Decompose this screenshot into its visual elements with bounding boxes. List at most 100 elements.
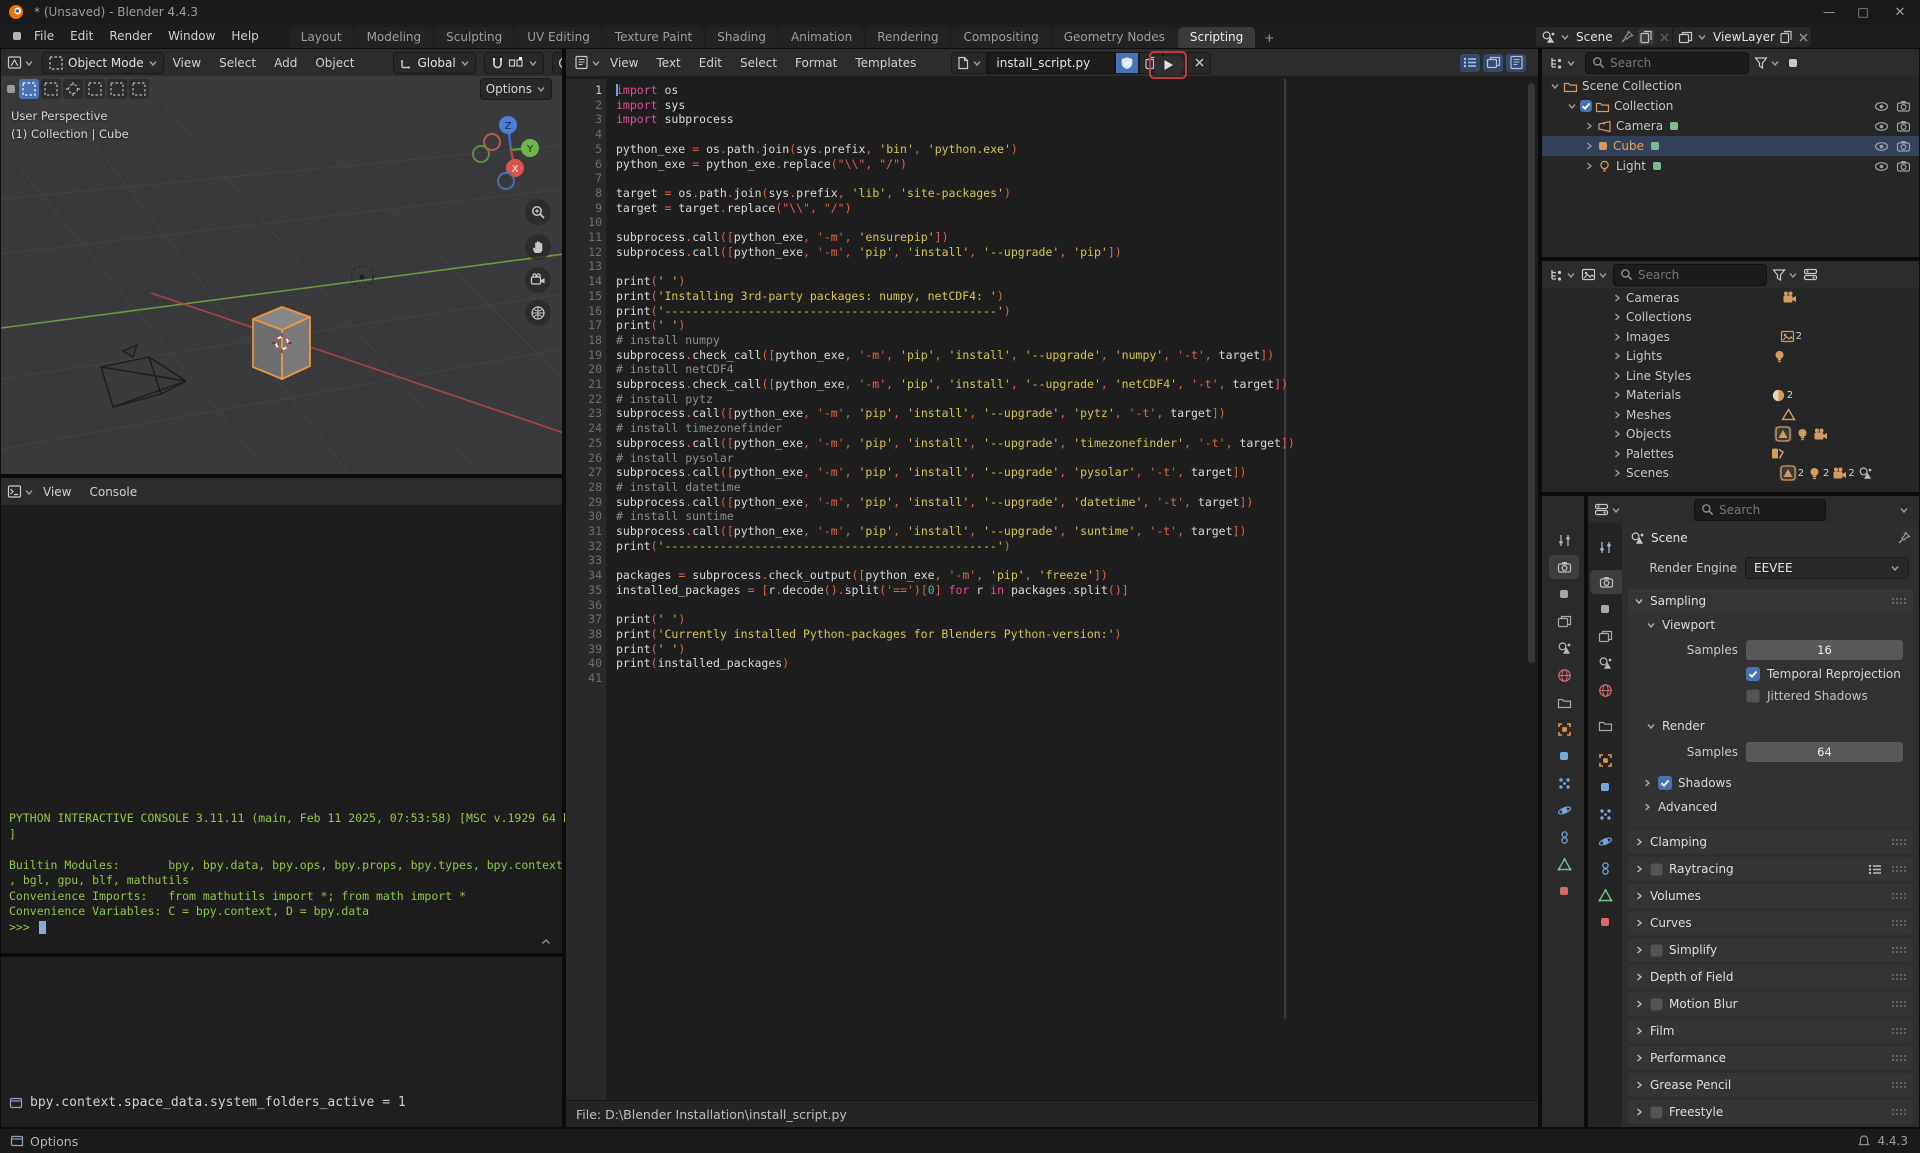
mode-selector[interactable]: Object Mode — [42, 52, 164, 74]
advanced-row[interactable]: Advanced — [1628, 795, 1913, 819]
properties-editor-icon[interactable] — [1594, 502, 1609, 517]
props-tab-particles[interactable] — [1549, 771, 1579, 795]
outliner-row[interactable]: Camera — [1542, 116, 1919, 136]
viewport-nav-camera-view[interactable] — [525, 267, 551, 293]
grip-icon[interactable] — [1891, 999, 1907, 1009]
render-samples-value[interactable]: 64 — [1746, 742, 1903, 762]
minimize-button[interactable]: — — [1812, 5, 1846, 19]
props-tab-collection[interactable] — [1549, 690, 1579, 714]
viewport-tool-3[interactable] — [85, 79, 105, 99]
properties-search[interactable]: Search — [1694, 499, 1826, 521]
toggle-syntax-highlight[interactable] — [1506, 54, 1526, 72]
panel-checkbox[interactable] — [1650, 863, 1663, 876]
render-engine-select[interactable]: EEVEE — [1745, 557, 1909, 579]
props-tab-render[interactable] — [1549, 555, 1579, 579]
chevron-down-icon[interactable] — [1560, 32, 1570, 42]
grip-icon[interactable] — [1891, 945, 1907, 955]
props-tab-object-data[interactable] — [1549, 852, 1579, 876]
viewport-tool-2[interactable] — [63, 79, 83, 99]
info-log-row[interactable]: bpy.context.space_data.system_folders_ac… — [9, 1095, 406, 1110]
chevron-right-icon[interactable] — [1584, 121, 1594, 131]
chevron-down-icon[interactable] — [1899, 505, 1909, 515]
blendfile-display-mode-button[interactable] — [1581, 267, 1608, 282]
panel-grease-pencil[interactable]: Grease Pencil — [1628, 1073, 1913, 1097]
viewport-nav-hand[interactable] — [525, 234, 551, 260]
grip-icon[interactable] — [1891, 1053, 1907, 1063]
chevron-right-icon[interactable] — [1612, 312, 1622, 322]
toggle-line-numbers[interactable] — [1460, 54, 1480, 72]
run-script-button[interactable] — [1154, 56, 1182, 74]
tab-rendering[interactable]: Rendering — [865, 27, 950, 48]
viewport-menu-view[interactable]: View — [164, 50, 210, 76]
scene-selector[interactable]: Scene — [1535, 26, 1677, 48]
props-tab-view-layer[interactable] — [1549, 609, 1579, 633]
panel-raytracing[interactable]: Raytracing — [1628, 857, 1913, 881]
tab-texture-paint[interactable]: Texture Paint — [603, 27, 704, 48]
outliner-editor-type-button[interactable] — [1549, 55, 1576, 70]
panel-clamping[interactable]: Clamping — [1628, 830, 1913, 854]
chevron-down-icon[interactable] — [1770, 58, 1780, 68]
panel-curves[interactable]: Curves — [1628, 911, 1913, 935]
viewport-tool-0[interactable] — [19, 79, 39, 99]
outliner-row[interactable]: Collection — [1542, 96, 1919, 116]
properties-tab-output[interactable] — [1590, 597, 1620, 621]
panel-freestyle[interactable]: Freestyle — [1628, 1100, 1913, 1124]
viewport-menu-object[interactable]: Object — [306, 50, 363, 76]
blendfile-row[interactable]: Images2 — [1542, 327, 1919, 347]
close-button[interactable]: ✕ — [1880, 5, 1920, 20]
chevron-down-icon[interactable] — [1566, 270, 1576, 280]
blendfile-row[interactable]: Palettes — [1542, 444, 1919, 464]
jittered-shadows-checkbox[interactable] — [1746, 689, 1760, 703]
text-editor-icon[interactable] — [574, 55, 589, 70]
temporal-reprojection-checkbox[interactable] — [1746, 667, 1760, 681]
props-tab-modifiers[interactable] — [1549, 744, 1579, 768]
outliner-mode-icon[interactable] — [1549, 55, 1564, 70]
topbar-menu-render[interactable]: Render — [101, 24, 160, 48]
panel-volumes[interactable]: Volumes — [1628, 884, 1913, 908]
chevron-down-icon[interactable] — [972, 58, 982, 68]
outliner-row[interactable]: Light — [1542, 156, 1919, 176]
render-camera-icon[interactable] — [1896, 159, 1911, 174]
temporal-reprojection-row[interactable]: Temporal Reprojection — [1628, 663, 1913, 685]
text-menu-text[interactable]: Text — [647, 50, 689, 76]
text-menu-view[interactable]: View — [601, 50, 647, 76]
text-menu-edit[interactable]: Edit — [690, 50, 731, 76]
grip-icon[interactable] — [1891, 1107, 1907, 1117]
chevron-up-icon[interactable] — [540, 936, 552, 948]
collection-checkbox[interactable] — [1580, 100, 1592, 112]
viewport-tool-5[interactable] — [129, 79, 149, 99]
console-menu-view[interactable]: View — [34, 479, 80, 505]
console-editor-icon[interactable] — [7, 484, 22, 499]
chevron-right-icon[interactable] — [1612, 390, 1622, 400]
tab-geometry-nodes[interactable]: Geometry Nodes — [1052, 27, 1177, 48]
topbar-menu-help[interactable]: Help — [223, 24, 266, 48]
scene-name[interactable]: Scene — [1574, 30, 1616, 44]
x-icon[interactable] — [1658, 31, 1671, 44]
grip-icon[interactable] — [1891, 1080, 1907, 1090]
eye-icon[interactable] — [1874, 159, 1889, 174]
chevron-right-icon[interactable] — [1612, 468, 1622, 478]
render-camera-icon[interactable] — [1896, 139, 1911, 154]
chevron-right-icon[interactable] — [1612, 293, 1622, 303]
props-tab-scene[interactable] — [1549, 636, 1579, 660]
pin-icon[interactable] — [1620, 30, 1634, 44]
grip-icon[interactable] — [1891, 596, 1907, 606]
eye-icon[interactable] — [1874, 119, 1889, 134]
tab-shading[interactable]: Shading — [705, 27, 778, 48]
chevron-right-icon[interactable] — [1612, 371, 1622, 381]
chevron-down-icon[interactable] — [1566, 58, 1576, 68]
properties-tab-view-layer[interactable] — [1590, 624, 1620, 648]
properties-tab-particles[interactable] — [1590, 802, 1620, 826]
grip-icon[interactable] — [1891, 972, 1907, 982]
chevron-right-icon[interactable] — [1642, 802, 1652, 812]
text-unlink-button[interactable] — [1187, 52, 1211, 74]
topbar-menu-window[interactable]: Window — [160, 24, 223, 48]
toolbar-expand-icon[interactable] — [5, 83, 17, 95]
render-camera-icon[interactable] — [1896, 119, 1911, 134]
viewport-options-button[interactable]: Options — [480, 78, 552, 100]
chevron-right-icon[interactable] — [1612, 351, 1622, 361]
outliner-mode-icon[interactable] — [1549, 267, 1564, 282]
maximize-button[interactable]: □ — [1846, 5, 1880, 19]
eye-icon[interactable] — [1874, 99, 1889, 114]
blendfile-row[interactable]: Objects — [1542, 425, 1919, 445]
